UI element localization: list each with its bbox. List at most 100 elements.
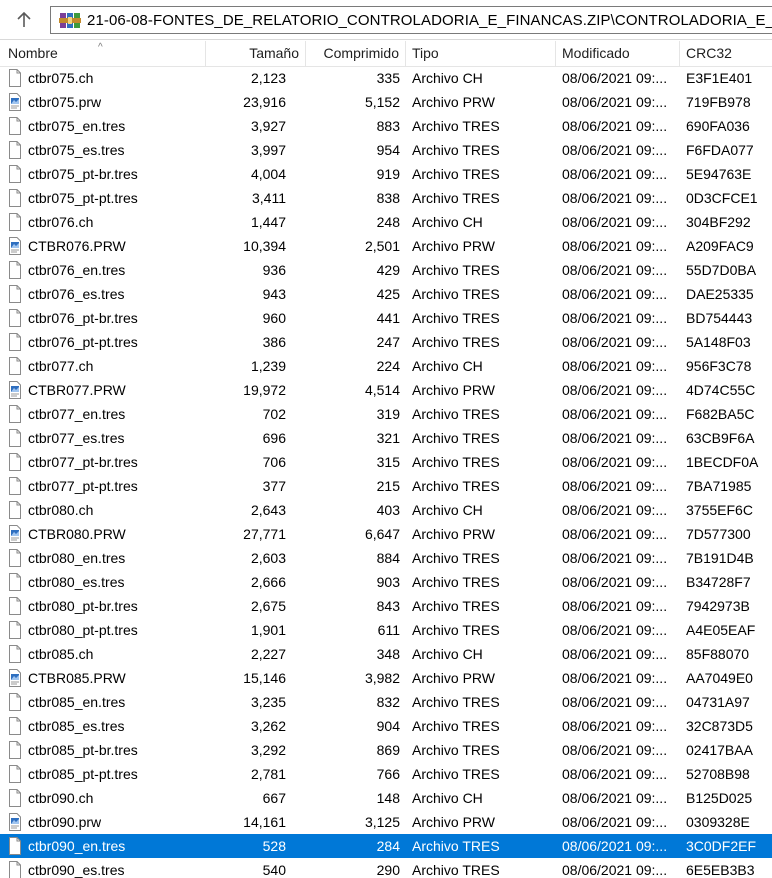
file-row[interactable]: ctbr077_en.tres 702 319 Archivo TRES 08/06/2… xyxy=(0,402,772,426)
column-modified-header[interactable]: Modificado xyxy=(556,41,680,66)
document-icon xyxy=(9,429,21,447)
file-row[interactable]: ctbr075.prw 23,916 5,152 Archivo PRW 08/06/2… xyxy=(0,90,772,114)
file-row[interactable]: CTBR077.PRW 19,972 4,514 Archivo PRW 08/06/2… xyxy=(0,378,772,402)
file-size: 2,675 xyxy=(250,598,286,614)
file-modified: 08/06/2021 09:... xyxy=(562,286,668,302)
file-modified: 08/06/2021 09:... xyxy=(562,598,668,614)
file-row[interactable]: ctbr090.ch 667 148 Archivo CH 08/06/2021 09:… xyxy=(0,786,772,810)
file-row[interactable]: ctbr085_pt-pt.tres 2,781 766 Archivo TRES 08… xyxy=(0,762,772,786)
file-compressed-size: 3,982 xyxy=(364,670,400,686)
file-name-cell: ctbr077_en.tres xyxy=(0,402,206,426)
file-row[interactable]: ctbr090.prw 14,161 3,125 Archivo PRW 08/06/2… xyxy=(0,810,772,834)
file-type: Archivo TRES xyxy=(412,718,500,734)
path-text: 21-06-08-FONTES_DE_RELATORIO_CONTROLADOR… xyxy=(87,11,772,29)
file-name: ctbr080_en.tres xyxy=(28,550,126,566)
document-icon xyxy=(9,477,21,495)
file-type: Archivo PRW xyxy=(412,382,495,398)
path-field[interactable]: 21-06-08-FONTES_DE_RELATORIO_CONTROLADOR… xyxy=(50,6,772,34)
column-compressed-header[interactable]: Comprimido xyxy=(306,41,406,66)
document-icon xyxy=(9,69,21,87)
document-icon xyxy=(9,453,21,471)
up-button[interactable] xyxy=(8,6,40,34)
file-name: ctbr076_pt-pt.tres xyxy=(28,334,138,350)
file-row[interactable]: ctbr077_pt-pt.tres 377 215 Archivo TRES 08/0… xyxy=(0,474,772,498)
column-crc-header[interactable]: CRC32 xyxy=(680,41,772,66)
file-row[interactable]: ctbr080_es.tres 2,666 903 Archivo TRES 08/06… xyxy=(0,570,772,594)
file-type: Archivo PRW xyxy=(412,94,495,110)
prw-file-icon xyxy=(9,93,21,111)
document-icon xyxy=(9,357,21,375)
file-name-cell: ctbr085_en.tres xyxy=(0,690,206,714)
file-name-cell: ctbr090_en.tres xyxy=(0,834,206,858)
file-row[interactable]: ctbr075.ch 2,123 335 Archivo CH 08/06/2021 0… xyxy=(0,66,772,90)
file-modified: 08/06/2021 09:... xyxy=(562,166,668,182)
file-compressed-size: 883 xyxy=(376,118,400,134)
document-icon xyxy=(9,693,21,711)
column-compressed-label: Comprimido xyxy=(323,45,399,61)
file-row[interactable]: ctbr085_es.tres 3,262 904 Archivo TRES 08/06… xyxy=(0,714,772,738)
file-row[interactable]: ctbr080.ch 2,643 403 Archivo CH 08/06/2021 0… xyxy=(0,498,772,522)
file-crc: B34728F7 xyxy=(686,574,751,590)
file-name: ctbr075_en.tres xyxy=(28,118,126,134)
file-name: ctbr080_es.tres xyxy=(28,574,125,590)
file-crc: 7B191D4B xyxy=(686,550,754,566)
file-name: ctbr080_pt-br.tres xyxy=(28,598,138,614)
file-type: Archivo TRES xyxy=(412,550,500,566)
file-size: 702 xyxy=(262,406,286,422)
file-list[interactable]: ctbr075.ch 2,123 335 Archivo CH 08/06/2021 0… xyxy=(0,66,772,878)
file-compressed-size: 348 xyxy=(376,646,400,662)
column-type-header[interactable]: Tipo xyxy=(406,41,556,66)
file-row[interactable]: ctbr076_pt-br.tres 960 441 Archivo TRES 08/0… xyxy=(0,306,772,330)
zip-archive-icon xyxy=(59,13,81,28)
file-row[interactable]: ctbr080_en.tres 2,603 884 Archivo TRES 08/06… xyxy=(0,546,772,570)
file-crc: 3C0DF2EF xyxy=(686,838,757,854)
file-row[interactable]: CTBR080.PRW 27,771 6,647 Archivo PRW 08/06/2… xyxy=(0,522,772,546)
prw-file-icon xyxy=(9,381,21,399)
file-row[interactable]: ctbr075_pt-pt.tres 3,411 838 Archivo TRES 08… xyxy=(0,186,772,210)
document-icon xyxy=(9,573,21,591)
file-row[interactable]: ctbr080_pt-br.tres 2,675 843 Archivo TRES 08… xyxy=(0,594,772,618)
file-row[interactable]: ctbr075_es.tres 3,997 954 Archivo TRES 08/06… xyxy=(0,138,772,162)
file-name: ctbr085_pt-br.tres xyxy=(28,742,138,758)
file-size: 943 xyxy=(262,286,286,302)
column-name-header[interactable]: ^ Nombre xyxy=(0,41,206,66)
file-row[interactable]: ctbr076_es.tres 943 425 Archivo TRES 08/06/2… xyxy=(0,282,772,306)
file-row[interactable]: ctbr085_en.tres 3,235 832 Archivo TRES 08/06… xyxy=(0,690,772,714)
file-size: 3,927 xyxy=(250,118,286,134)
file-row[interactable]: ctbr085.ch 2,227 348 Archivo CH 08/06/2021 0… xyxy=(0,642,772,666)
file-row[interactable]: ctbr076.ch 1,447 248 Archivo CH 08/06/2021 0… xyxy=(0,210,772,234)
column-size-header[interactable]: Tamaño xyxy=(206,41,306,66)
file-row[interactable]: ctbr077_pt-br.tres 706 315 Archivo TRES 08/0… xyxy=(0,450,772,474)
file-row[interactable]: ctbr075_pt-br.tres 4,004 919 Archivo TRES 08… xyxy=(0,162,772,186)
file-name: ctbr076_en.tres xyxy=(28,262,126,278)
file-name: ctbr077.ch xyxy=(28,358,94,374)
file-crc: 7D577300 xyxy=(686,526,751,542)
file-size: 3,292 xyxy=(250,742,286,758)
file-row[interactable]: ctbr077_es.tres 696 321 Archivo TRES 08/06/2… xyxy=(0,426,772,450)
file-name: ctbr090.prw xyxy=(28,814,102,830)
file-compressed-size: 904 xyxy=(376,718,400,734)
file-type: Archivo TRES xyxy=(412,406,500,422)
file-row[interactable]: ctbr075_en.tres 3,927 883 Archivo TRES 08/06… xyxy=(0,114,772,138)
file-modified: 08/06/2021 09:... xyxy=(562,766,668,782)
file-name: ctbr076_es.tres xyxy=(28,286,125,302)
document-icon xyxy=(9,597,21,615)
file-modified: 08/06/2021 09:... xyxy=(562,526,668,542)
file-compressed-size: 832 xyxy=(376,694,400,710)
file-row[interactable]: ctbr090_en.tres 528 284 Archivo TRES 08/06/2… xyxy=(0,834,772,858)
file-compressed-size: 441 xyxy=(376,310,400,326)
file-row[interactable]: ctbr085_pt-br.tres 3,292 869 Archivo TRES 08… xyxy=(0,738,772,762)
file-name: ctbr077_pt-br.tres xyxy=(28,454,138,470)
file-row[interactable]: ctbr076_en.tres 936 429 Archivo TRES 08/06/2… xyxy=(0,258,772,282)
file-row[interactable]: ctbr090_es.tres 540 290 Archivo TRES 08/06/2… xyxy=(0,858,772,878)
file-row[interactable]: ctbr077.ch 1,239 224 Archivo CH 08/06/2021 0… xyxy=(0,354,772,378)
file-row[interactable]: ctbr076_pt-pt.tres 386 247 Archivo TRES 08/0… xyxy=(0,330,772,354)
file-row[interactable]: ctbr080_pt-pt.tres 1,901 611 Archivo TRES 08… xyxy=(0,618,772,642)
file-row[interactable]: CTBR076.PRW 10,394 2,501 Archivo PRW 08/06/2… xyxy=(0,234,772,258)
file-size: 540 xyxy=(262,862,286,878)
file-crc: 7BA71985 xyxy=(686,478,752,494)
document-icon xyxy=(9,861,21,878)
file-size: 960 xyxy=(262,310,286,326)
file-row[interactable]: CTBR085.PRW 15,146 3,982 Archivo PRW 08/06/2… xyxy=(0,666,772,690)
document-icon xyxy=(9,405,21,423)
